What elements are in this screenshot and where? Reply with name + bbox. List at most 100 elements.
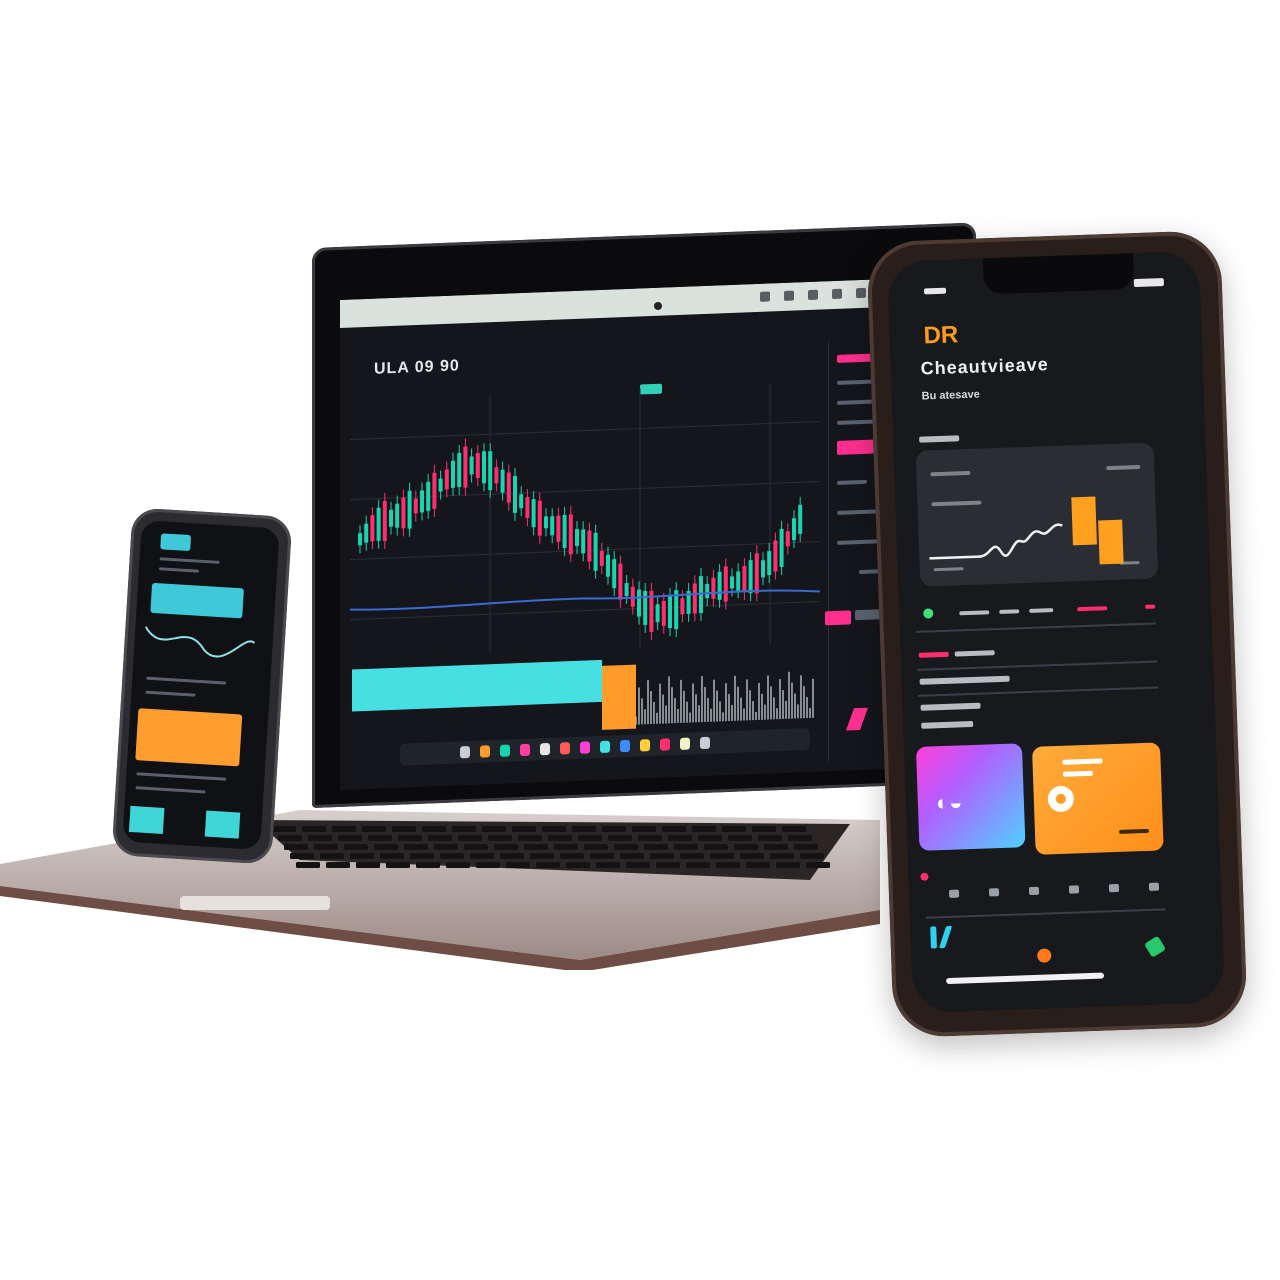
keyboard-key bbox=[344, 844, 368, 850]
candle-body bbox=[389, 509, 393, 527]
candle-body bbox=[506, 472, 511, 503]
keyboard-key bbox=[806, 862, 830, 868]
keyboard-key bbox=[626, 862, 650, 868]
keyboard-key bbox=[434, 844, 458, 850]
keyboard-key bbox=[416, 862, 440, 868]
candle-body bbox=[711, 577, 716, 599]
keyboard-key bbox=[572, 826, 596, 832]
status-time bbox=[923, 287, 947, 295]
keyboard-key bbox=[530, 853, 554, 859]
candle-body bbox=[773, 540, 778, 572]
balance-card[interactable] bbox=[150, 582, 244, 619]
keyboard-key bbox=[596, 862, 620, 868]
keyboard-key bbox=[608, 835, 632, 841]
candle-body bbox=[637, 589, 641, 617]
promo-card[interactable] bbox=[135, 708, 243, 767]
keyboard-key bbox=[272, 826, 296, 832]
candle-body bbox=[587, 530, 592, 562]
phone-notch bbox=[982, 253, 1135, 295]
candle-body bbox=[457, 452, 462, 488]
candle-body bbox=[463, 446, 468, 488]
keyboard-key bbox=[794, 844, 818, 850]
candle-body bbox=[513, 475, 517, 514]
candle-series bbox=[358, 438, 803, 640]
keyboard-key bbox=[296, 862, 320, 868]
candle-body bbox=[599, 550, 604, 566]
keyboard-key bbox=[290, 853, 314, 859]
keyboard-key bbox=[548, 835, 572, 841]
candle-body bbox=[612, 559, 617, 589]
camera-icon bbox=[654, 302, 662, 310]
keyboard-key bbox=[314, 844, 338, 850]
home-indicator[interactable] bbox=[946, 972, 1105, 985]
candle-body bbox=[723, 566, 728, 602]
buy-button[interactable] bbox=[825, 610, 851, 626]
candle-body bbox=[401, 497, 406, 529]
candlestick-chart[interactable] bbox=[350, 382, 820, 680]
portfolio-chart-card[interactable] bbox=[915, 442, 1159, 587]
nav-wallet-icon[interactable] bbox=[1144, 935, 1167, 958]
candle-body bbox=[451, 460, 455, 488]
keyboard-key bbox=[776, 862, 800, 868]
candle-body bbox=[531, 499, 536, 528]
candle-body bbox=[537, 500, 542, 536]
candle-body bbox=[575, 528, 579, 547]
keyboard-key bbox=[392, 826, 416, 832]
notification-dot bbox=[920, 872, 929, 881]
keyboard-key bbox=[740, 853, 764, 859]
candle-body bbox=[420, 490, 424, 513]
toolbar-icon[interactable] bbox=[856, 287, 866, 299]
chart-bar bbox=[1071, 496, 1097, 546]
keyboard-key bbox=[278, 835, 302, 841]
keyboard-key bbox=[470, 853, 494, 859]
keyboard-key bbox=[656, 862, 680, 868]
candle-body bbox=[370, 515, 375, 542]
keyboard-key bbox=[302, 826, 326, 832]
keyboard-key bbox=[674, 844, 698, 850]
keyboard-key bbox=[398, 835, 422, 841]
candle-body bbox=[482, 451, 486, 484]
keyboard-key bbox=[680, 853, 704, 859]
tile[interactable] bbox=[204, 810, 241, 839]
candle-body bbox=[692, 583, 697, 614]
nav-center-icon[interactable] bbox=[1037, 948, 1052, 963]
battery-icon bbox=[1133, 278, 1164, 288]
keyboard-key bbox=[716, 862, 740, 868]
candle-body bbox=[730, 576, 734, 589]
keyboard-key bbox=[512, 826, 536, 832]
tile[interactable] bbox=[128, 805, 165, 834]
toolbar-icon[interactable] bbox=[832, 288, 842, 300]
candle-body bbox=[432, 472, 437, 509]
candle-body bbox=[655, 604, 660, 623]
toolbar-icon[interactable] bbox=[784, 290, 794, 301]
keyboard-key bbox=[410, 853, 434, 859]
toolbar-icon[interactable] bbox=[808, 289, 818, 301]
candle-body bbox=[376, 507, 381, 541]
keyboard-key bbox=[362, 826, 386, 832]
candle-body bbox=[754, 553, 759, 594]
volume-area bbox=[352, 659, 602, 712]
candle-body bbox=[568, 514, 573, 555]
candle-body bbox=[668, 596, 672, 629]
toolbar-icon[interactable] bbox=[760, 291, 770, 302]
card-logo-icon: ◐◒ bbox=[935, 789, 963, 816]
candle-body bbox=[717, 571, 722, 600]
keyboard-key bbox=[320, 853, 344, 859]
candle-body bbox=[761, 560, 765, 578]
keyboard-key bbox=[350, 853, 374, 859]
keyboard-key bbox=[536, 862, 560, 868]
candle-body bbox=[550, 516, 555, 536]
gradient-card[interactable] bbox=[915, 743, 1026, 851]
nav-home-icon[interactable] bbox=[930, 926, 937, 949]
candle-body bbox=[593, 532, 598, 571]
candle-body bbox=[562, 514, 567, 549]
keyboard-key bbox=[764, 844, 788, 850]
keyboard-key bbox=[338, 835, 362, 841]
keyboard-key bbox=[542, 826, 566, 832]
keyboard-key bbox=[368, 835, 392, 841]
keyboard-key bbox=[500, 853, 524, 859]
keyboard-key bbox=[446, 862, 470, 868]
keyboard-key bbox=[428, 835, 452, 841]
candle-body bbox=[705, 584, 710, 599]
candle-body bbox=[624, 582, 629, 597]
